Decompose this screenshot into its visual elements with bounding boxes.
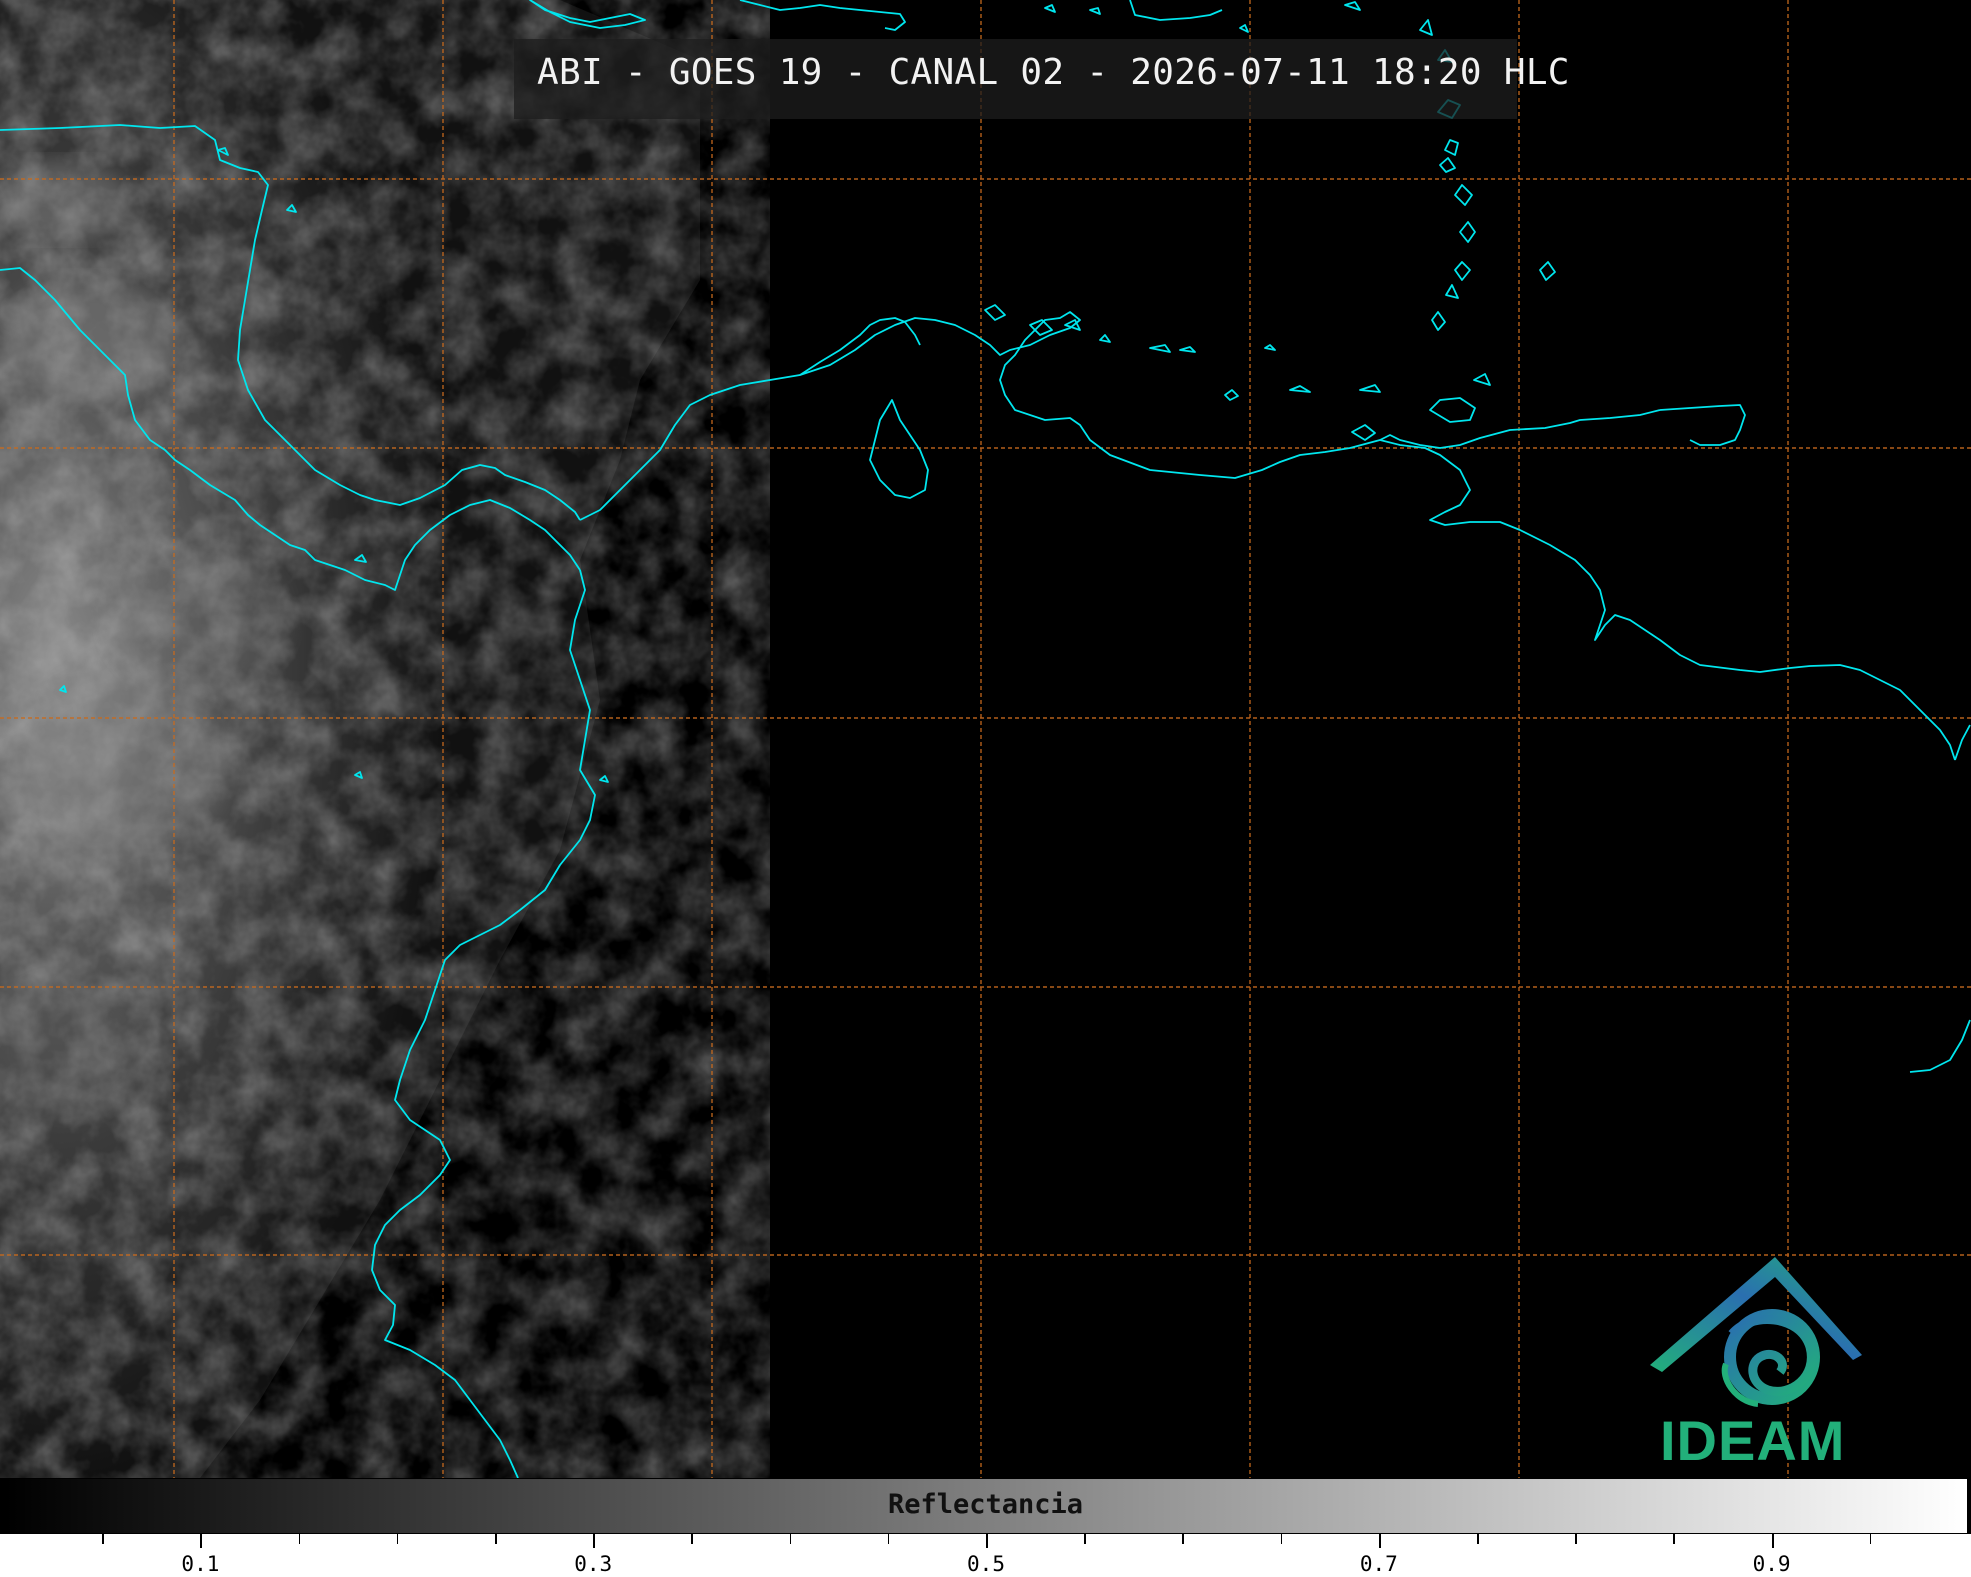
colorbar-minor-tick [1869, 1534, 1872, 1544]
colorbar-minor-tick [1280, 1534, 1283, 1544]
colorbar-axis: 0.1 0.3 0.5 0.7 0.9 [0, 1534, 1971, 1577]
colorbar-minor-tick [396, 1534, 399, 1544]
colorbar-major-tick [200, 1534, 203, 1548]
colorbar-minor-tick [298, 1534, 301, 1544]
colorbar-major-tick [1378, 1534, 1381, 1548]
image-title: ABI - GOES 19 - CANAL 02 - 2026-07-11 18… [537, 52, 1570, 93]
colorbar-major-tick [1771, 1534, 1774, 1548]
colorbar-minor-tick [1673, 1534, 1675, 1544]
colorbar-minor-tick [1477, 1534, 1479, 1544]
colorbar-minor-tick [1575, 1534, 1577, 1544]
colorbar-tick-label: 0.1 [181, 1552, 220, 1576]
colorbar-major-tick [593, 1534, 596, 1548]
colorbar-major-tick [986, 1534, 988, 1548]
colorbar-minor-tick [495, 1534, 497, 1544]
colorbar-tick-label: 0.3 [574, 1552, 613, 1576]
colorbar-tick-label: 0.7 [1359, 1552, 1398, 1576]
colorbar-minor-tick [1182, 1534, 1184, 1544]
ideam-logo-text: IDEAM [1660, 1409, 1846, 1472]
colorbar-tick-label: 0.9 [1752, 1552, 1791, 1576]
colorbar-label: Reflectancia [887, 1489, 1084, 1520]
colorbar-minor-tick [1084, 1534, 1086, 1544]
colorbar-minor-tick [691, 1534, 693, 1544]
colorbar-tick-label: 0.5 [967, 1552, 1005, 1576]
colorbar-minor-tick [887, 1534, 890, 1544]
colorbar-minor-tick [102, 1534, 104, 1544]
colorbar-minor-tick [789, 1534, 792, 1544]
